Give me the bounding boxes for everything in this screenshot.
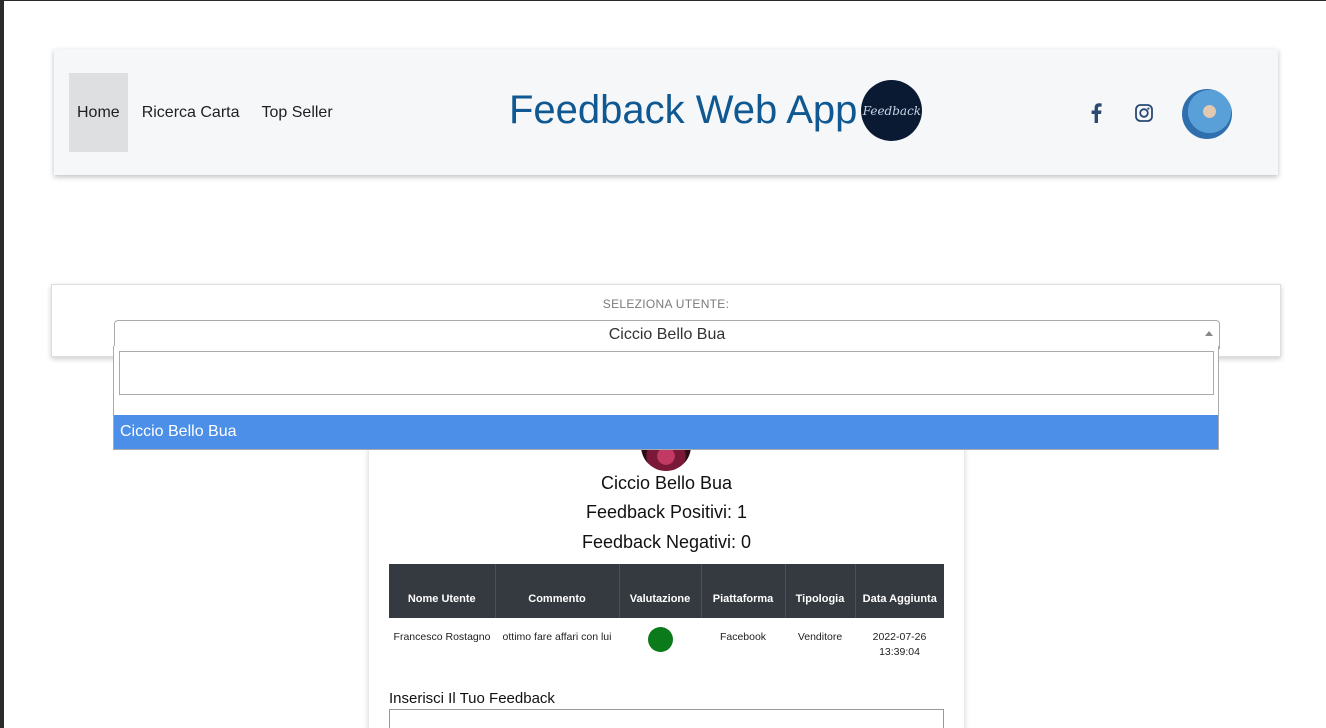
feedback-table: Nome Utente Commento Valutazione Piattaf… bbox=[389, 564, 944, 666]
col-data-aggiunta: Data Aggiunta bbox=[855, 564, 944, 618]
brand-logo-text: Feedback bbox=[862, 103, 922, 118]
facebook-icon[interactable] bbox=[1084, 89, 1108, 137]
cell-nome-utente: Francesco Rostagno bbox=[393, 631, 491, 643]
window-top-edge bbox=[0, 0, 1326, 1]
cell-commento: ottimo fare affari con lui bbox=[502, 631, 612, 643]
page: Home Ricerca Carta Top Seller Feedback W… bbox=[0, 0, 1326, 728]
col-valutazione: Valutazione bbox=[619, 564, 702, 618]
instagram-icon[interactable] bbox=[1132, 89, 1156, 137]
window-left-edge bbox=[0, 0, 4, 728]
negative-feedback-count: Feedback Negativi: 0 bbox=[581, 532, 752, 552]
col-commento: Commento bbox=[495, 564, 620, 618]
col-nome-utente: Nome Utente bbox=[389, 564, 496, 618]
table-row: Francesco Rostagno ottimo fare affari co… bbox=[389, 618, 944, 666]
col-piattaforma: Piattaforma bbox=[701, 564, 786, 618]
navbar: Home Ricerca Carta Top Seller Feedback W… bbox=[54, 49, 1278, 175]
brand[interactable]: Feedback Web App Feedback bbox=[509, 80, 923, 141]
instagram-icon-svg bbox=[1135, 104, 1153, 122]
dropdown-option-ciccio-bello-bua[interactable]: Ciccio Bello Bua bbox=[114, 415, 1218, 449]
brand-logo: Feedback bbox=[861, 80, 923, 141]
feedback-input[interactable] bbox=[389, 709, 944, 728]
cell-valutazione bbox=[619, 618, 701, 666]
table-header-row: Nome Utente Commento Valutazione Piattaf… bbox=[389, 564, 944, 618]
select-user-label: SELEZIONA UTENTE: bbox=[602, 297, 730, 311]
nav-links: Home Ricerca Carta Top Seller bbox=[69, 73, 347, 152]
nav-link-home[interactable]: Home bbox=[69, 73, 128, 152]
user-select[interactable]: Ciccio Bello Bua bbox=[114, 320, 1220, 349]
positive-feedback-count: Feedback Positivi: 1 bbox=[585, 502, 748, 522]
positive-rating-dot bbox=[647, 627, 673, 652]
dropdown-search-input[interactable] bbox=[119, 351, 1214, 395]
nav-link-ricerca-carta[interactable]: Ricerca Carta bbox=[134, 73, 248, 152]
cell-piattaforma: Facebook bbox=[719, 631, 767, 643]
insert-feedback-label: Inserisci Il Tuo Feedback bbox=[389, 690, 555, 707]
facebook-icon-svg bbox=[1091, 103, 1102, 123]
chevron-up-icon bbox=[1205, 331, 1213, 336]
profile-card: Ciccio Bello Bua Feedback Positivi: 1 Fe… bbox=[369, 420, 964, 728]
brand-title: Feedback Web App bbox=[509, 88, 858, 132]
profile-name: Ciccio Bello Bua bbox=[600, 473, 733, 493]
nav-link-top-seller[interactable]: Top Seller bbox=[254, 73, 341, 152]
cell-tipologia: Venditore bbox=[797, 631, 843, 643]
avatar[interactable] bbox=[1182, 89, 1232, 139]
user-select-value: Ciccio Bello Bua bbox=[608, 325, 726, 343]
user-select-dropdown: Ciccio Bello Bua bbox=[113, 346, 1219, 450]
cell-data-aggiunta: 2022-07-26 13:39:04 bbox=[872, 631, 927, 658]
col-tipologia: Tipologia bbox=[785, 564, 856, 618]
